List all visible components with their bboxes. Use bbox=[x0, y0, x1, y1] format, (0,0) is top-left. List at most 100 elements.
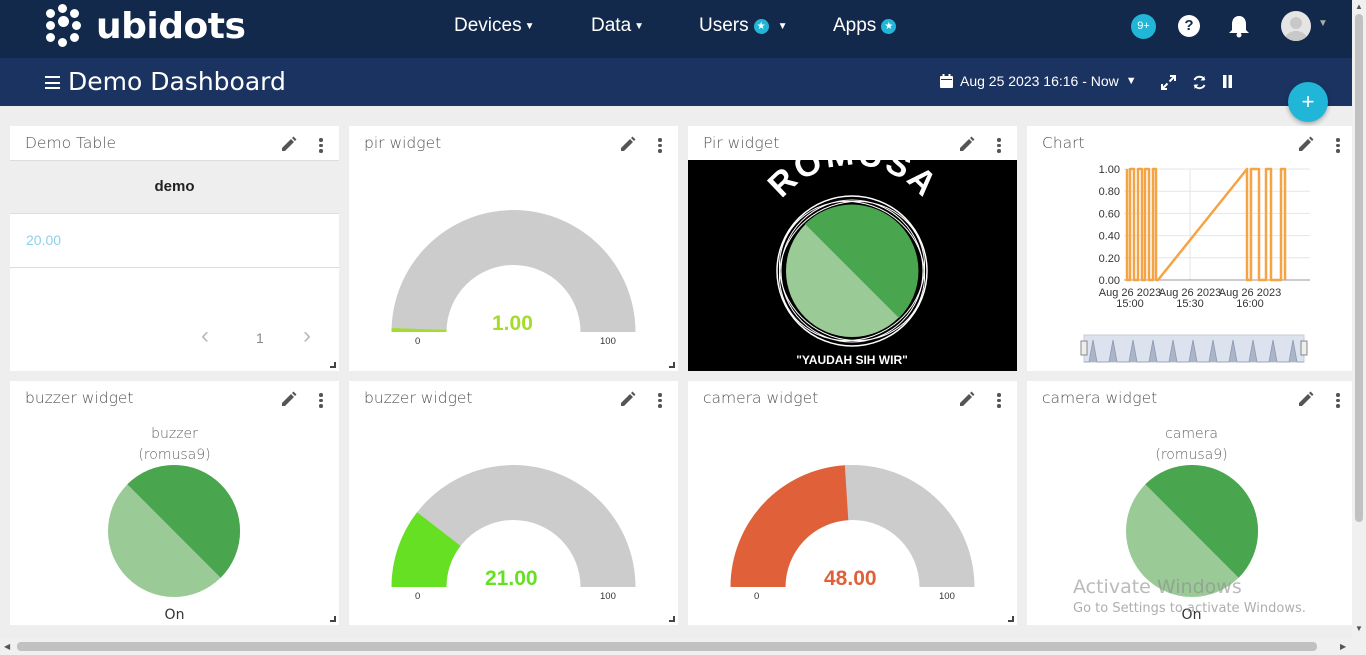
scroll-up-icon[interactable]: ▲ bbox=[1355, 2, 1363, 11]
more-vert-icon[interactable] bbox=[1336, 393, 1340, 408]
resize-handle[interactable] bbox=[330, 616, 336, 622]
brand-name: ubidots bbox=[96, 5, 246, 47]
navigator-handle-left bbox=[1080, 340, 1088, 356]
indicator-sublabel: (romusa9) bbox=[1155, 447, 1228, 463]
pencil-icon[interactable] bbox=[280, 136, 297, 153]
indicator-state: On bbox=[164, 607, 185, 623]
horizontal-scrollbar[interactable]: ◀ ▶ bbox=[0, 638, 1366, 655]
indicator-label: camera bbox=[1165, 426, 1218, 442]
date-range-picker[interactable]: Aug 25 2023 16:16 - Now ▼ bbox=[940, 73, 1137, 89]
logo-dots-icon bbox=[46, 4, 90, 48]
calendar-icon bbox=[940, 74, 953, 88]
gauge-max-label: 100 bbox=[939, 591, 955, 602]
widget-camera-gauge: camera widget 0 100 48.00 bbox=[688, 381, 1017, 625]
vertical-scrollbar[interactable]: ▲ ▼ bbox=[1352, 0, 1366, 638]
line-chart[interactable]: 1.000.800.600.400.200.00Aug 26 202315:00… bbox=[1027, 126, 1352, 371]
gauge-min-label: 0 bbox=[415, 336, 421, 347]
notifications-count-badge[interactable]: 9+ bbox=[1131, 14, 1156, 39]
add-widget-button[interactable]: + bbox=[1288, 82, 1328, 122]
widget-title: buzzer widget bbox=[25, 389, 134, 407]
pause-icon[interactable] bbox=[1222, 75, 1233, 88]
chevron-right-icon[interactable]: › bbox=[303, 322, 311, 350]
gauge-value: 21.00 bbox=[485, 567, 538, 590]
resize-handle[interactable] bbox=[669, 616, 675, 622]
y-tick-label: 0.40 bbox=[1099, 231, 1120, 243]
activate-windows-subtitle: Go to Settings to activate Windows. bbox=[1073, 601, 1306, 616]
scroll-left-icon[interactable]: ◀ bbox=[4, 642, 10, 651]
widget-demo-table: Demo Table demo 20.00 ‹ 1 › bbox=[10, 126, 339, 371]
help-icon[interactable]: ? bbox=[1178, 15, 1200, 37]
star-badge-icon: ★ bbox=[881, 18, 897, 34]
y-tick-label: 0.80 bbox=[1099, 186, 1120, 198]
chevron-down-icon: ▼ bbox=[1125, 75, 1137, 87]
widget-title: Demo Table bbox=[25, 134, 117, 152]
more-vert-icon[interactable] bbox=[997, 138, 1001, 153]
user-icon bbox=[1285, 17, 1307, 41]
indicator-label: buzzer bbox=[151, 426, 198, 442]
widget-pir-gauge: pir widget 0 100 1.00 bbox=[349, 126, 678, 371]
romusa-logo-graphic: ROMUSA "YAUDAH SIH WIR" bbox=[761, 134, 946, 367]
x-tick-label: 15:00 bbox=[1116, 298, 1144, 310]
chevron-down-icon[interactable]: ▼ bbox=[1318, 18, 1328, 29]
y-tick-label: 0.60 bbox=[1099, 208, 1120, 220]
nav-data-label: Data bbox=[591, 15, 632, 36]
gauge-value: 1.00 bbox=[492, 312, 533, 335]
dashboard-title[interactable]: Demo Dashboard bbox=[68, 67, 286, 96]
nav-devices-label: Devices bbox=[454, 15, 522, 36]
refresh-icon[interactable] bbox=[1192, 75, 1207, 90]
bell-icon[interactable] bbox=[1228, 14, 1250, 38]
nav-devices[interactable]: Devices ▼ bbox=[454, 0, 534, 52]
widget-title: camera widget bbox=[1042, 389, 1158, 407]
widget-buzzer-gauge: buzzer widget 0 100 21.00 bbox=[349, 381, 678, 625]
x-tick-label: 16:00 bbox=[1236, 298, 1264, 310]
romusa-arc-text: ROMUSA bbox=[761, 160, 946, 205]
romusa-image: ROMUSA "YAUDAH SIH WIR" bbox=[688, 134, 1017, 371]
fullscreen-icon[interactable] bbox=[1161, 75, 1176, 90]
scroll-right-icon[interactable]: ▶ bbox=[1340, 642, 1346, 651]
widget-title: Pir widget bbox=[703, 134, 780, 152]
chevron-down-icon: ▼ bbox=[777, 20, 788, 32]
user-avatar[interactable] bbox=[1281, 11, 1311, 41]
star-badge-icon: ★ bbox=[753, 18, 769, 34]
chevron-down-icon: ▼ bbox=[524, 20, 535, 32]
widget-pir-image: Pir widget ROMUSA "YAUDAH SIH WIR" bbox=[688, 126, 1017, 371]
activate-windows-title: Activate Windows bbox=[1073, 576, 1242, 598]
scrollbar-thumb[interactable] bbox=[1355, 14, 1363, 522]
navigator-handle-right bbox=[1300, 340, 1308, 356]
gauge-value: 48.00 bbox=[824, 567, 877, 590]
nav-data[interactable]: Data ▼ bbox=[591, 0, 644, 52]
ubidots-logo[interactable]: ubidots bbox=[46, 4, 246, 48]
gauge-min-label: 0 bbox=[754, 591, 760, 602]
pencil-icon[interactable] bbox=[958, 136, 975, 153]
pencil-icon[interactable] bbox=[1297, 391, 1314, 408]
widget-buzzer-pie: buzzer widget buzzer (romusa9) On bbox=[10, 381, 339, 625]
hamburger-menu-icon[interactable] bbox=[45, 76, 60, 89]
indicator-sublabel: (romusa9) bbox=[138, 447, 211, 463]
y-tick-label: 1.00 bbox=[1099, 164, 1120, 176]
nav-apps[interactable]: Apps ★ bbox=[833, 0, 897, 52]
chart-series-line bbox=[1125, 167, 1287, 282]
romusa-caption: "YAUDAH SIH WIR" bbox=[796, 353, 908, 367]
y-tick-label: 0.20 bbox=[1099, 253, 1120, 265]
chevron-left-icon[interactable]: ‹ bbox=[201, 322, 209, 350]
gauge-min-label: 0 bbox=[415, 591, 421, 602]
gauge-max-label: 100 bbox=[600, 591, 616, 602]
widget-chart: Chart 1.00 0.80 0.60 0.40 0.20 0.00 Aug 26 202… bbox=[1027, 126, 1352, 371]
nav-apps-label: Apps bbox=[833, 15, 877, 36]
resize-handle[interactable] bbox=[330, 362, 336, 368]
page-number[interactable]: 1 bbox=[256, 330, 264, 346]
resize-handle[interactable] bbox=[1008, 616, 1014, 622]
y-tick-label: 0.00 bbox=[1099, 275, 1120, 287]
scroll-down-icon[interactable]: ▼ bbox=[1355, 624, 1363, 633]
table-column-header[interactable]: demo bbox=[10, 160, 339, 214]
status-indicator-circle bbox=[108, 464, 241, 597]
resize-handle[interactable] bbox=[669, 362, 675, 368]
chevron-down-icon: ▼ bbox=[634, 20, 645, 32]
more-vert-icon[interactable] bbox=[319, 138, 323, 153]
pencil-icon[interactable] bbox=[280, 391, 297, 408]
nav-users[interactable]: Users ★ ▼ bbox=[699, 0, 788, 52]
more-vert-icon[interactable] bbox=[319, 393, 323, 408]
nav-users-label: Users bbox=[699, 15, 749, 36]
table-cell: 20.00 bbox=[10, 214, 339, 268]
scrollbar-thumb[interactable] bbox=[17, 642, 1317, 651]
